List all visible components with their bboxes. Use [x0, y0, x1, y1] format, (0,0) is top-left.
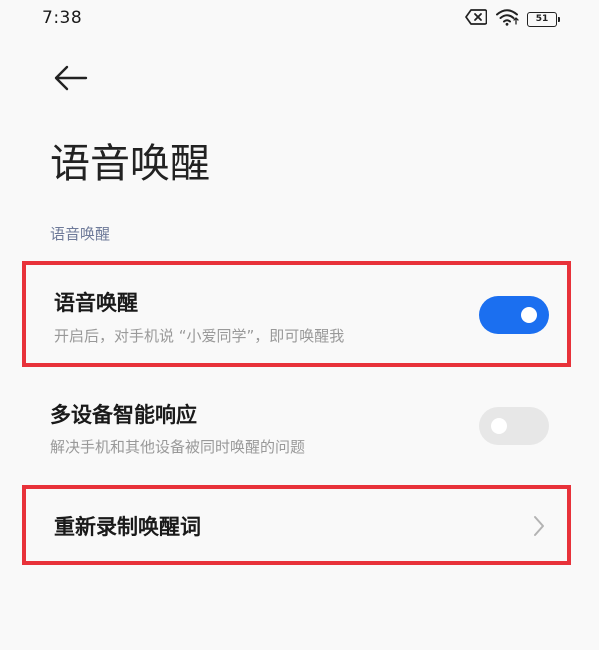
page-title: 语音唤醒 [50, 141, 210, 187]
battery-level: 51 [535, 13, 549, 24]
voice-wakeup-toggle[interactable] [479, 296, 549, 334]
multi-device-response-title: 多设备智能响应 [50, 403, 197, 427]
multi-device-response-subtitle: 解决手机和其他设备被同时唤醒的问题 [50, 438, 306, 456]
section-header: 语音唤醒 [50, 225, 111, 243]
chevron-right-icon [533, 515, 545, 541]
sim-x-icon [465, 9, 488, 29]
toggle-knob [491, 418, 507, 434]
toggle-knob [521, 307, 537, 323]
status-icons: 51 [465, 8, 560, 30]
screen: 7:38 51 语音唤醒 语音唤醒 语音唤醒 开启后，对手机说 “小爱同学”，即… [0, 0, 599, 650]
status-time: 7:38 [42, 8, 83, 28]
arrow-left-icon [52, 64, 88, 96]
voice-wakeup-row[interactable]: 语音唤醒 开启后，对手机说 “小爱同学”，即可唤醒我 [22, 261, 571, 367]
battery-icon: 51 [527, 11, 560, 27]
rerecord-wake-word-title: 重新录制唤醒词 [54, 515, 201, 539]
back-button[interactable] [52, 62, 92, 98]
voice-wakeup-subtitle: 开启后，对手机说 “小爱同学”，即可唤醒我 [54, 327, 345, 345]
multi-device-response-toggle[interactable] [479, 407, 549, 445]
wifi-icon [495, 8, 519, 30]
voice-wakeup-title: 语音唤醒 [54, 291, 138, 315]
status-bar: 7:38 51 [0, 0, 599, 40]
multi-device-response-row[interactable]: 多设备智能响应 解决手机和其他设备被同时唤醒的问题 [22, 376, 571, 480]
rerecord-wake-word-row[interactable]: 重新录制唤醒词 [22, 485, 571, 565]
